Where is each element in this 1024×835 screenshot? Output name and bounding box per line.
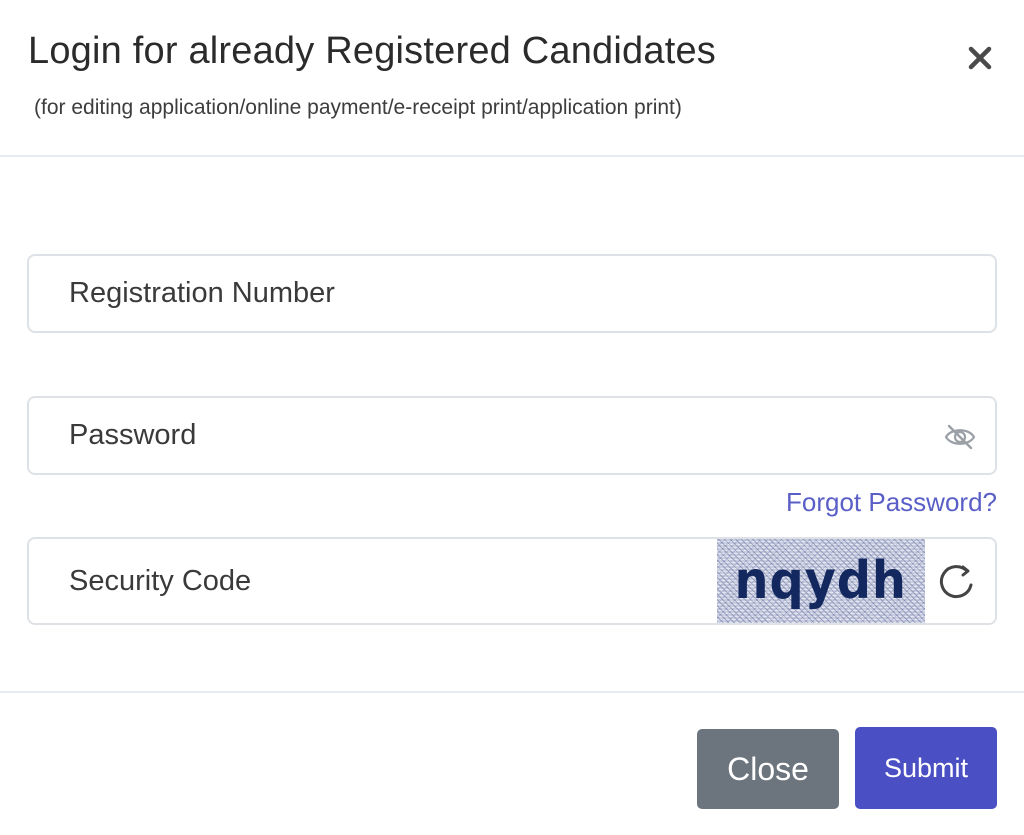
registration-number-field	[27, 254, 997, 333]
close-x-glyph	[968, 46, 992, 70]
password-input[interactable]	[69, 398, 889, 473]
security-code-field: nqydh	[27, 537, 997, 625]
modal-title: Login for already Registered Candidates	[28, 30, 716, 72]
modal-header: Login for already Registered Candidates …	[0, 0, 1024, 157]
close-icon[interactable]	[958, 36, 1002, 80]
login-modal: Login for already Registered Candidates …	[0, 0, 1024, 835]
password-field	[27, 396, 997, 475]
refresh-icon[interactable]	[933, 559, 979, 605]
submit-button[interactable]: Submit	[855, 727, 997, 809]
modal-footer: Close Submit	[0, 691, 1024, 835]
modal-subtitle: (for editing application/online payment/…	[34, 96, 682, 119]
captcha-image: nqydh	[717, 539, 925, 623]
forgot-password-link[interactable]: Forgot Password?	[786, 487, 997, 518]
close-button[interactable]: Close	[697, 729, 839, 809]
captcha-text: nqydh	[734, 551, 908, 611]
eye-off-icon[interactable]	[943, 422, 977, 452]
registration-number-input[interactable]	[69, 256, 889, 331]
